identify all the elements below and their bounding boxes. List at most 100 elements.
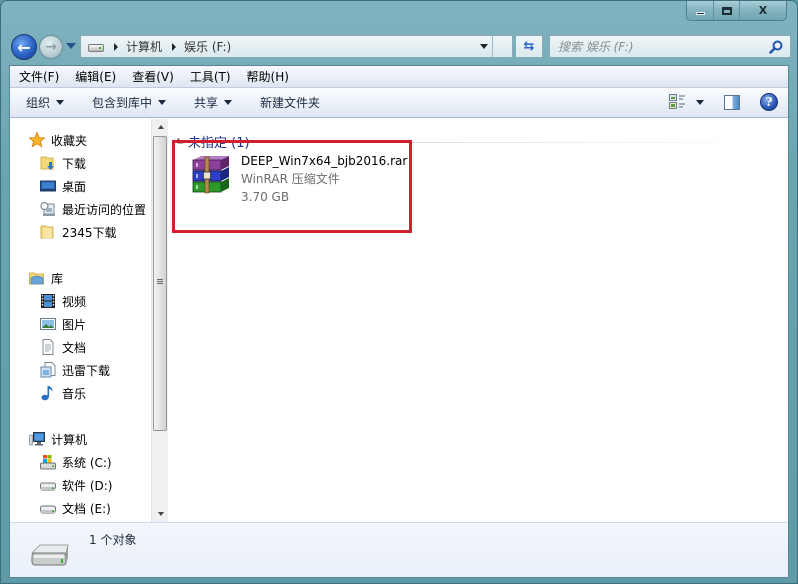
back-button[interactable]: ←: [11, 34, 37, 60]
address-bar[interactable]: 计算机 娱乐 (F:): [80, 35, 513, 58]
libraries-icon: [29, 272, 44, 285]
sidebar-item-label: 音乐: [62, 386, 87, 401]
sidebar-item-drive-d[interactable]: 软件 (D:): [40, 475, 112, 495]
maximize-icon: [721, 6, 732, 15]
navigation-pane-scrollbar[interactable]: [151, 119, 168, 522]
sidebar-item-label: 文档: [62, 340, 87, 355]
refresh-icon: ⇆: [523, 39, 535, 54]
item-count: 1 个对象: [89, 533, 137, 547]
menu-view[interactable]: 查看(V): [132, 68, 174, 85]
desktop-icon: [40, 180, 56, 192]
sidebar-item-2345-downloads[interactable]: 2345下载: [40, 222, 117, 242]
chevron-down-icon: [224, 100, 233, 105]
downloads-folder-icon: [40, 156, 54, 170]
search-box[interactable]: [549, 35, 791, 58]
forward-arrow-icon: →: [45, 39, 57, 55]
search-input[interactable]: [550, 36, 760, 57]
sidebar-item-xunlei-downloads[interactable]: 迅雷下载: [40, 360, 110, 380]
sidebar-item-label: 文档 (E:): [62, 501, 111, 516]
details-pane: 1 个对象: [10, 522, 788, 577]
sidebar-item-music[interactable]: 音乐: [40, 383, 86, 403]
computer-icon: [29, 432, 45, 446]
grip-icon: [157, 279, 163, 285]
sidebar-item-drive-c[interactable]: 系统 (C:): [40, 452, 112, 472]
menu-file[interactable]: 文件(F): [19, 68, 59, 85]
explorer-body: 收藏夹 下载 桌面 最近访问的位置 2345下载 库 视频 图片 文档 迅雷下载…: [10, 119, 788, 522]
breadcrumb-separator-icon[interactable]: [114, 42, 118, 51]
share-button[interactable]: 共享: [194, 94, 233, 111]
include-in-library-button[interactable]: 包含到库中: [92, 94, 167, 111]
system-drive-icon: [40, 455, 56, 470]
sidebar-item-desktop[interactable]: 桌面: [40, 176, 86, 196]
sidebar-item-videos[interactable]: 视频: [40, 291, 86, 311]
scrollbar-thumb[interactable]: [153, 136, 167, 431]
drive-icon: [40, 482, 56, 491]
sidebar-item-label: 系统 (C:): [62, 455, 112, 470]
change-view-icon[interactable]: [669, 94, 686, 110]
breadcrumb-drive-f[interactable]: 娱乐 (F:): [184, 38, 231, 55]
share-label: 共享: [194, 96, 219, 110]
sidebar-libraries[interactable]: 库: [29, 268, 63, 288]
sidebar-item-label: 2345下载: [62, 225, 117, 240]
back-arrow-icon: ←: [17, 37, 31, 57]
close-button[interactable]: X: [739, 1, 786, 20]
recent-places-icon: [40, 202, 55, 216]
chevron-down-icon: [157, 512, 164, 516]
menu-help[interactable]: 帮助(H): [247, 68, 289, 85]
maximize-button[interactable]: [713, 1, 739, 20]
views-dropdown[interactable]: [696, 99, 704, 105]
close-icon: X: [758, 4, 768, 17]
breadcrumb-separator-icon[interactable]: [172, 42, 177, 51]
scroll-up-button[interactable]: [152, 119, 169, 135]
chevron-down-icon: [56, 100, 65, 105]
command-bar: 组织 包含到库中 共享 新建文件夹 ?: [10, 88, 788, 118]
sidebar-item-label: 桌面: [62, 179, 87, 194]
library-folder-icon: [40, 362, 56, 378]
file-name: DEEP_Win7x64_bjb2016.rar: [241, 154, 408, 168]
sidebar-item-label: 视频: [62, 294, 87, 309]
sidebar-item-pictures[interactable]: 图片: [40, 314, 86, 334]
scroll-down-button[interactable]: [152, 506, 169, 522]
new-folder-label: 新建文件夹: [260, 96, 321, 110]
new-folder-button[interactable]: 新建文件夹: [260, 94, 320, 111]
breadcrumb-computer[interactable]: 计算机: [126, 38, 162, 55]
drive-icon: [40, 505, 56, 514]
menu-edit[interactable]: 编辑(E): [75, 68, 116, 85]
organize-button[interactable]: 组织: [26, 94, 65, 111]
sidebar-computer[interactable]: 计算机: [29, 429, 87, 449]
preview-pane-icon[interactable]: [724, 94, 740, 110]
address-history-dropdown[interactable]: [480, 44, 488, 49]
sidebar-item-label: 软件 (D:): [62, 478, 113, 493]
sidebar-item-recent-places[interactable]: 最近访问的位置: [40, 199, 146, 219]
hard-drive-icon: [31, 544, 69, 566]
navigation-bar: ← → 计算机 娱乐 (F:) ⇆: [9, 34, 791, 60]
pictures-icon: [40, 318, 56, 330]
file-item[interactable]: DEEP_Win7x64_bjb2016.rar WinRAR 压缩文件 3.7…: [189, 152, 407, 206]
menu-tools[interactable]: 工具(T): [190, 68, 231, 85]
sidebar-item-downloads[interactable]: 下载: [40, 153, 86, 173]
sidebar-item-label: 最近访问的位置: [62, 202, 147, 217]
menu-bar: 文件(F) 编辑(E) 查看(V) 工具(T) 帮助(H): [10, 66, 788, 88]
folder-icon: [40, 225, 54, 239]
address-divider: [492, 36, 493, 57]
minimize-icon: [695, 11, 705, 15]
videos-icon: [41, 294, 55, 308]
search-icon[interactable]: [769, 40, 783, 54]
sidebar-libraries-label: 库: [51, 271, 64, 286]
file-list: 未指定 (1) DEEP_Win7x64_bjb2016.rar WinRAR …: [169, 119, 788, 522]
minimize-button[interactable]: [687, 1, 713, 20]
star-icon: [29, 132, 45, 148]
recent-pages-dropdown[interactable]: [66, 43, 76, 49]
winrar-archive-icon: [192, 156, 229, 194]
sidebar-favorites[interactable]: 收藏夹: [29, 130, 87, 150]
caption-buttons: X: [686, 1, 787, 21]
file-details: DEEP_Win7x64_bjb2016.rar WinRAR 压缩文件 3.7…: [241, 152, 407, 206]
sidebar-item-drive-e[interactable]: 文档 (E:): [40, 498, 111, 518]
explorer-client-area: 文件(F) 编辑(E) 查看(V) 工具(T) 帮助(H) 组织 包含到库中 共…: [9, 65, 789, 578]
sidebar-item-label: 迅雷下载: [62, 363, 111, 378]
drive-icon: [88, 44, 104, 52]
sidebar-item-documents[interactable]: 文档: [40, 337, 86, 357]
refresh-button[interactable]: ⇆: [516, 35, 543, 58]
forward-button[interactable]: →: [39, 35, 63, 59]
help-icon[interactable]: ?: [760, 93, 778, 111]
